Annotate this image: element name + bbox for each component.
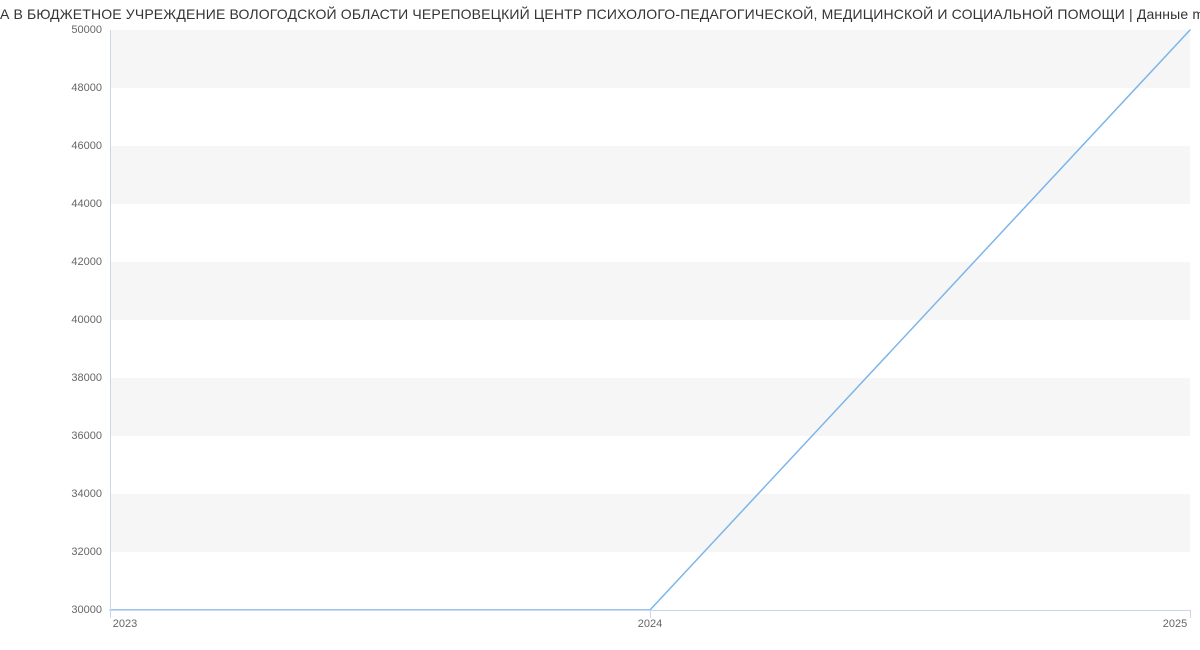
line-series bbox=[110, 30, 1190, 610]
chart-container: А В БЮДЖЕТНОЕ УЧРЕЖДЕНИЕ ВОЛОГОДСКОЙ ОБЛ… bbox=[0, 0, 1200, 650]
y-tick-label: 46000 bbox=[71, 140, 102, 152]
y-tick-label: 38000 bbox=[71, 372, 102, 384]
y-tick-label: 30000 bbox=[71, 604, 102, 616]
y-tick-label: 40000 bbox=[71, 314, 102, 326]
x-tick bbox=[650, 610, 651, 618]
plot-area bbox=[110, 30, 1190, 610]
chart-title: А В БЮДЖЕТНОЕ УЧРЕЖДЕНИЕ ВОЛОГОДСКОЙ ОБЛ… bbox=[0, 6, 1200, 22]
x-tick-label: 2025 bbox=[1163, 618, 1187, 630]
y-tick-label: 32000 bbox=[71, 546, 102, 558]
x-tick-label: 2024 bbox=[638, 618, 662, 630]
y-tick-label: 34000 bbox=[71, 488, 102, 500]
y-tick-label: 50000 bbox=[71, 24, 102, 36]
x-tick bbox=[1190, 610, 1191, 618]
x-tick bbox=[110, 610, 111, 618]
y-tick-label: 44000 bbox=[71, 198, 102, 210]
y-tick-label: 36000 bbox=[71, 430, 102, 442]
x-tick-label: 2023 bbox=[113, 618, 137, 630]
y-tick-label: 42000 bbox=[71, 256, 102, 268]
y-axis bbox=[110, 30, 111, 610]
y-tick-label: 48000 bbox=[71, 82, 102, 94]
